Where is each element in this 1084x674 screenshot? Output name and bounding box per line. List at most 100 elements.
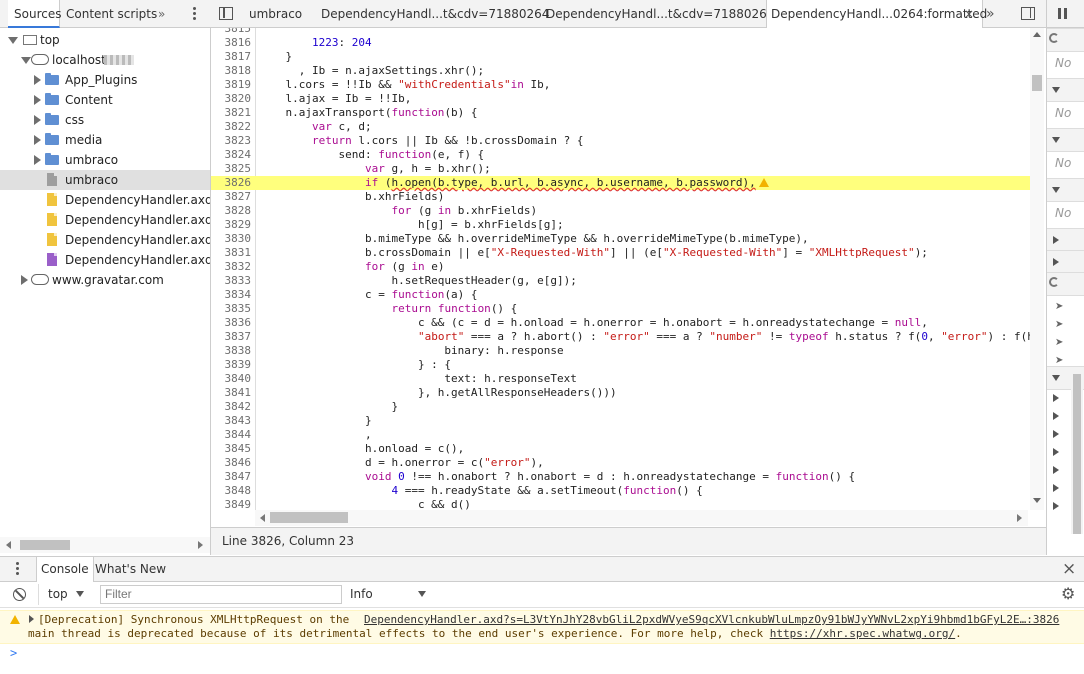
- editor-tab-umbraco[interactable]: umbraco: [249, 0, 302, 28]
- code-line[interactable]: 3830 b.mimeType && h.overrideMimeType &&…: [211, 232, 1043, 246]
- line-number[interactable]: 3842: [211, 400, 252, 414]
- line-number[interactable]: 3839: [211, 358, 252, 372]
- code-line[interactable]: 3824 send: function(e, f) {: [211, 148, 1043, 162]
- collapse-arrow-icon[interactable]: [1053, 412, 1059, 420]
- collapse-arrow-icon[interactable]: [1053, 466, 1059, 474]
- code-line[interactable]: 3840 text: h.responseText: [211, 372, 1043, 386]
- code-line[interactable]: 3841 }, h.getAllResponseHeaders())): [211, 386, 1043, 400]
- source-link[interactable]: DependencyHandler.axd?s=L3VtYnJhY28vbGli…: [364, 613, 1059, 627]
- line-number[interactable]: 3825: [211, 162, 252, 176]
- clear-console-icon[interactable]: [13, 588, 26, 601]
- tab-sources[interactable]: Sources: [8, 0, 61, 28]
- scroll-thumb[interactable]: [1073, 374, 1081, 534]
- tree-item-dependency-handler-3[interactable]: DependencyHandler.axd?s=: [0, 230, 210, 250]
- line-number[interactable]: 3831: [211, 246, 252, 260]
- console-input[interactable]: [24, 646, 1064, 666]
- cursor-icon[interactable]: ➤: [1055, 316, 1063, 334]
- code-line[interactable]: 3816 1223: 204: [211, 36, 1043, 50]
- section-header[interactable]: [1047, 78, 1084, 102]
- filter-input[interactable]: Filter: [100, 585, 342, 604]
- editor-tab-formatted[interactable]: DependencyHandl...0264:formatted ×: [766, 0, 987, 28]
- tree-item-umbraco-folder[interactable]: umbraco: [0, 150, 210, 170]
- line-number[interactable]: 3843: [211, 414, 252, 428]
- vertical-scroll-thumb[interactable]: [1032, 75, 1042, 91]
- collapse-arrow-icon[interactable]: [1053, 484, 1059, 492]
- tree-item-top[interactable]: top: [0, 30, 210, 50]
- line-number[interactable]: 3844: [211, 428, 252, 442]
- code-line[interactable]: 3827 b.xhrFields): [211, 190, 1043, 204]
- line-number[interactable]: 3822: [211, 120, 252, 134]
- line-number[interactable]: 3820: [211, 92, 252, 106]
- code-line[interactable]: 3820 l.ajax = Ib = !!Ib,: [211, 92, 1043, 106]
- scroll-right-icon[interactable]: [198, 541, 203, 549]
- code-editor[interactable]: 3815 3816 1223: 204 3817 } 3818 , Ib = n.a…: [211, 28, 1043, 510]
- code-line[interactable]: 3834 c = function(a) {: [211, 288, 1043, 302]
- source-link-text[interactable]: DependencyHandler.axd?s=L3VtYnJhY28vbGli…: [364, 613, 1059, 626]
- more-tabs-button[interactable]: »: [152, 0, 171, 28]
- code-line[interactable]: 3817 }: [211, 50, 1043, 64]
- more-tabs-button[interactable]: »: [986, 0, 995, 28]
- code-line[interactable]: 3818 , Ib = n.ajaxSettings.xhr();: [211, 64, 1043, 78]
- tree-item-content[interactable]: Content: [0, 90, 210, 110]
- editor-hscrollbar[interactable]: [255, 510, 1028, 526]
- line-number[interactable]: 3840: [211, 372, 252, 386]
- refresh-icon[interactable]: [1049, 33, 1059, 43]
- expand-arrow-icon[interactable]: [8, 37, 18, 44]
- collapse-arrow-icon[interactable]: [1053, 448, 1059, 456]
- collapse-arrow-icon[interactable]: [1053, 502, 1059, 510]
- scroll-right-icon[interactable]: [1017, 514, 1022, 522]
- line-number[interactable]: 3841: [211, 386, 252, 400]
- cursor-icon[interactable]: ➤: [1055, 334, 1063, 352]
- expand-arrow-icon[interactable]: [1052, 375, 1060, 381]
- tree-item-gravatar[interactable]: www.gravatar.com: [0, 270, 210, 290]
- collapse-arrow-icon[interactable]: [34, 135, 41, 145]
- editor-vscrollbar[interactable]: [1030, 28, 1044, 510]
- line-number[interactable]: 3847: [211, 470, 252, 484]
- line-number[interactable]: 3835: [211, 302, 252, 316]
- line-number[interactable]: 3823: [211, 134, 252, 148]
- line-number[interactable]: 3818: [211, 64, 252, 78]
- code-line[interactable]: 3836 c && (c = d = h.onload = h.onerror …: [211, 316, 1043, 330]
- collapse-arrow-icon[interactable]: [34, 75, 41, 85]
- code-line[interactable]: 3845 h.onload = c(),: [211, 442, 1043, 456]
- tree-item-dependency-handler-4[interactable]: DependencyHandler.axd?s=: [0, 250, 210, 270]
- collapse-arrow-icon[interactable]: [34, 95, 41, 105]
- code-line[interactable]: 3847 void 0 !== h.onabort ? h.onabort = …: [211, 470, 1043, 484]
- drawer-tab-console[interactable]: Console: [36, 557, 94, 582]
- help-link[interactable]: https://xhr.spec.whatwg.org/: [770, 627, 955, 640]
- line-number[interactable]: 3829: [211, 218, 252, 232]
- collapse-arrow-icon[interactable]: [1053, 258, 1059, 266]
- line-number[interactable]: 3816: [211, 36, 252, 50]
- line-number[interactable]: 3837: [211, 330, 252, 344]
- tree-item-css[interactable]: css: [0, 110, 210, 130]
- expand-arrow-icon[interactable]: [1052, 87, 1060, 93]
- toggle-debugger-icon[interactable]: [1021, 7, 1035, 20]
- scroll-left-icon[interactable]: [6, 541, 11, 549]
- tree-item-media[interactable]: media: [0, 130, 210, 150]
- line-number[interactable]: 3838: [211, 344, 252, 358]
- collapse-arrow-icon[interactable]: [1053, 394, 1059, 402]
- editor-tab-dependency-2[interactable]: DependencyHandl...t&cdv=71880264: [546, 0, 774, 28]
- code-line[interactable]: 3844 ,: [211, 428, 1043, 442]
- line-number[interactable]: 3849: [211, 498, 252, 510]
- line-number[interactable]: 3828: [211, 204, 252, 218]
- section-header[interactable]: [1047, 250, 1084, 274]
- code-line[interactable]: 3838 binary: h.response: [211, 344, 1043, 358]
- code-line[interactable]: 3822 var c, d;: [211, 120, 1043, 134]
- code-line[interactable]: 3828 for (g in b.xhrFields): [211, 204, 1043, 218]
- scroll-thumb[interactable]: [20, 540, 70, 550]
- code-line[interactable]: 3823 return l.cors || Ib && !b.crossDoma…: [211, 134, 1043, 148]
- context-selector[interactable]: top: [48, 587, 84, 601]
- close-drawer-icon[interactable]: ×: [1062, 559, 1076, 579]
- line-number[interactable]: 3848: [211, 484, 252, 498]
- line-number[interactable]: 3834: [211, 288, 252, 302]
- line-number[interactable]: 3817: [211, 50, 252, 64]
- scroll-up-icon[interactable]: [1033, 32, 1041, 37]
- line-number[interactable]: 3821: [211, 106, 252, 120]
- toggle-navigator-icon[interactable]: [219, 7, 233, 20]
- drawer-menu-icon[interactable]: [16, 562, 19, 575]
- watch-section-header[interactable]: [1047, 28, 1084, 52]
- pause-icon[interactable]: [1058, 8, 1061, 19]
- navigator-hscrollbar[interactable]: [0, 537, 210, 553]
- collapse-arrow-icon[interactable]: [1053, 236, 1059, 244]
